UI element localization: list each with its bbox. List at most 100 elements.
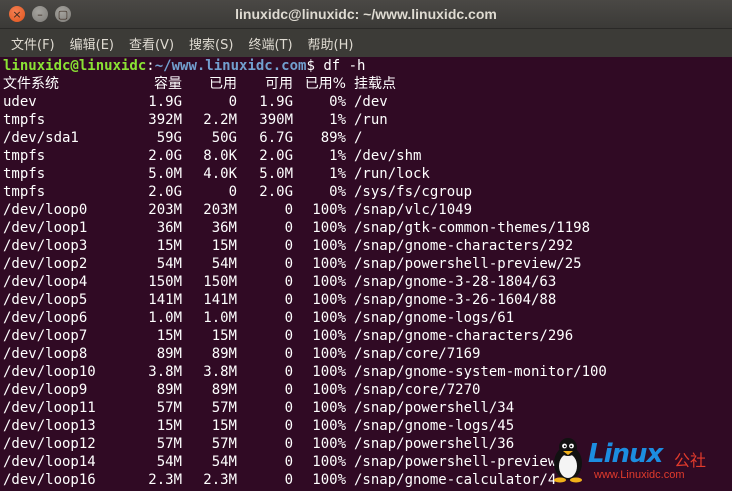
cell-filesystem: /dev/loop12 [3,436,96,452]
cell-filesystem: /dev/loop0 [3,202,88,218]
cell-filesystem: /dev/loop14 [3,454,96,470]
menu-item-0[interactable]: 文件(F) [4,34,62,53]
cell-avail: 390M [259,112,293,128]
cell-avail: 0 [284,202,293,218]
watermark-url: www.Linuxidc.com [594,469,685,481]
cell-filesystem: /dev/loop3 [3,238,88,254]
cell-size: 203M [148,202,182,218]
cell-use-percent: 100% [312,292,346,308]
cell-size: 2.3M [148,472,182,488]
cell-size: 3.8M [148,364,182,380]
cell-filesystem: tmpfs [3,148,46,164]
cell-avail: 0 [284,256,293,272]
cell-used: 15M [211,418,237,434]
cell-filesystem: /dev/loop7 [3,328,88,344]
cell-avail: 0 [284,400,293,416]
cell-mount-point: /run [354,112,388,128]
cell-size: 57M [156,436,182,452]
menu-item-2[interactable]: 查看(V) [122,34,181,53]
cell-use-percent: 100% [312,472,346,488]
prompt-path: ~/www.linuxidc.com [154,58,307,74]
cell-filesystem: tmpfs [3,166,46,182]
cell-mount-point: /snap/gnome-3-26-1604/88 [354,292,557,308]
watermark: Linux 公社 www.Linuxidc.com [548,435,728,485]
cell-size: 5.0M [148,166,182,182]
cell-used: 2.3M [203,472,237,488]
cell-used: 141M [203,292,237,308]
cell-size: 15M [156,238,182,254]
cell-used: 15M [211,328,237,344]
cell-mount-point: /snap/gnome-logs/45 [354,418,515,434]
cell-use-percent: 0% [329,184,346,200]
cell-used: 2.2M [203,112,237,128]
menu-item-3[interactable]: 搜索(S) [182,34,240,53]
cell-mount-point: /snap/gnome-characters/292 [354,238,574,254]
cell-use-percent: 100% [312,382,346,398]
cell-used: 54M [211,454,237,470]
cell-used: 54M [211,256,237,272]
prompt-separator: : [146,58,155,74]
cell-use-percent: 100% [312,454,346,470]
cell-use-percent: 100% [312,418,346,434]
cell-used: 8.0K [203,148,237,164]
cell-size: 1.9G [148,94,182,110]
cell-filesystem: /dev/loop1 [3,220,88,236]
cell-size: 1.0M [148,310,182,326]
header-use-percent: 已用% [304,76,346,92]
cell-use-percent: 100% [312,202,346,218]
terminal-output[interactable]: linuxidc@linuxidc:~/www.linuxidc.com$ df… [0,57,732,491]
command-text: df -h [323,58,366,74]
cell-avail: 1.9G [259,94,293,110]
menu-item-1[interactable]: 编辑(E) [63,34,121,53]
cell-mount-point: /snap/powershell/34 [354,400,515,416]
cell-size: 54M [156,256,182,272]
menu-item-4[interactable]: 终端(T) [241,34,299,53]
cell-use-percent: 89% [320,130,346,146]
cell-size: 392M [148,112,182,128]
cell-filesystem: /dev/loop2 [3,256,88,272]
cell-filesystem: /dev/loop9 [3,382,88,398]
cell-use-percent: 1% [329,148,346,164]
cell-mount-point: / [354,130,363,146]
cell-size: 15M [156,418,182,434]
prompt-user: linuxidc@linuxidc [3,58,147,74]
cell-used: 15M [211,238,237,254]
cell-use-percent: 100% [312,310,346,326]
menu-item-5[interactable]: 帮助(H) [301,34,361,53]
terminal-window: × – ▢ linuxidc@linuxidc: ~/www.linuxidc.… [0,0,732,491]
cell-use-percent: 100% [312,364,346,380]
cell-use-percent: 100% [312,238,346,254]
cell-size: 2.0G [148,184,182,200]
cell-avail: 0 [284,238,293,254]
cell-use-percent: 100% [312,346,346,362]
watermark-brand-cn: 公社 [674,451,707,470]
window-title: linuxidc@linuxidc: ~/www.linuxidc.com [235,6,497,22]
cell-size: 89M [156,382,182,398]
cell-mount-point: /snap/powershell/36 [354,436,515,452]
title-bar[interactable]: × – ▢ linuxidc@linuxidc: ~/www.linuxidc.… [0,0,732,29]
cell-size: 150M [148,274,182,290]
cell-mount-point: /snap/gnome-characters/296 [354,328,574,344]
cell-size: 54M [156,454,182,470]
cell-used: 150M [203,274,237,290]
cell-filesystem: /dev/sda1 [3,130,79,146]
cell-avail: 6.7G [259,130,293,146]
cell-size: 36M [156,220,182,236]
header-used: 已用 [209,76,237,92]
cell-filesystem: /dev/loop5 [3,292,88,308]
cell-filesystem: tmpfs [3,184,46,200]
cell-avail: 0 [284,310,293,326]
cell-mount-point: /run/lock [354,166,430,182]
cell-use-percent: 100% [312,220,346,236]
cell-avail: 0 [284,472,293,488]
cell-mount-point: /snap/gnome-system-monitor/100 [354,364,607,380]
cell-avail: 0 [284,328,293,344]
header-mount-point: 挂载点 [354,76,396,92]
cell-use-percent: 100% [312,436,346,452]
cell-use-percent: 100% [312,400,346,416]
cell-size: 89M [156,346,182,362]
cell-used: 50G [211,130,237,146]
cell-mount-point: /snap/core/7270 [354,382,481,398]
cell-use-percent: 100% [312,274,346,290]
cell-used: 0 [228,184,237,200]
